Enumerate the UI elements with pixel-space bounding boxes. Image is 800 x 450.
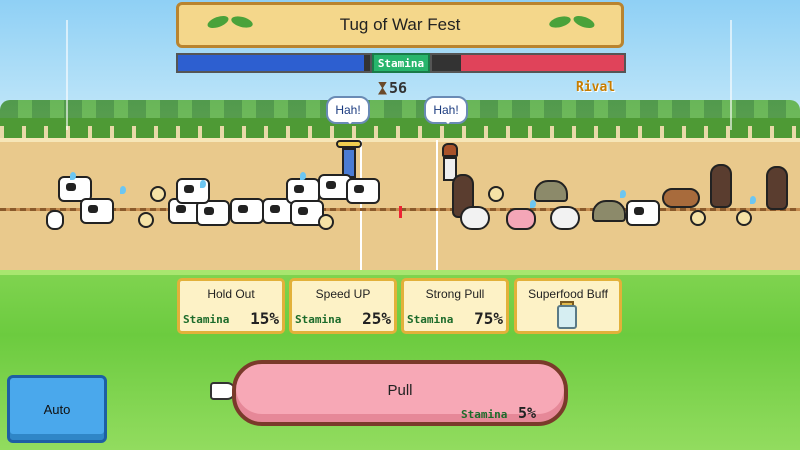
skill-label: Superfood Buff: [528, 287, 608, 301]
cow: [80, 198, 114, 224]
cow: [346, 178, 380, 204]
skill-speed-up-button[interactable]: Speed UP Stamina 25%: [289, 278, 397, 334]
skill-stamina-label: Stamina: [183, 313, 230, 326]
skill-cost: 25%: [362, 309, 391, 328]
skill-label: Speed UP: [315, 287, 371, 301]
cow: [626, 200, 660, 226]
rival-stamina-bar: [430, 53, 626, 73]
chicken: [690, 210, 706, 226]
sweat-drop: [620, 190, 626, 198]
turtle: [534, 180, 568, 202]
straw-hat: [336, 140, 362, 148]
jar-icon: [557, 305, 577, 329]
chick: [150, 186, 166, 202]
ostrich: [710, 164, 732, 208]
leaf-icon: [205, 13, 231, 31]
sweat-drop: [200, 180, 206, 188]
skill-cost: 75%: [474, 309, 503, 328]
player-stamina-fill: [178, 55, 365, 71]
chicken: [736, 210, 752, 226]
skill-stamina-label: Stamina: [295, 313, 342, 326]
sheep: [460, 206, 490, 230]
hourglass-icon: [378, 81, 387, 95]
sheep: [550, 206, 580, 230]
sweat-drop: [70, 172, 76, 180]
rival-label: Rival: [576, 80, 616, 95]
speech-bubble-player: Hah!: [326, 96, 370, 124]
pig: [506, 208, 536, 230]
center-marker: [399, 206, 402, 218]
sweat-drop: [120, 186, 126, 194]
event-title: Tug of War Fest: [339, 15, 461, 34]
game-scene: Tug of War Fest Stamina 56 Rival Hah! Ha…: [0, 0, 800, 450]
sky-line-right: [730, 20, 732, 130]
rabbit: [46, 210, 64, 230]
leaf-icon: [230, 14, 254, 30]
rival-head: [442, 143, 458, 157]
field-line-right: [436, 140, 438, 270]
pull-label: Pull: [387, 382, 413, 399]
auto-button[interactable]: Auto: [7, 375, 107, 443]
skill-cost: 15%: [250, 309, 279, 328]
speech-bubble-rival: Hah!: [424, 96, 468, 124]
skill-hold-out-button[interactable]: Hold Out Stamina 15%: [177, 278, 285, 334]
rival-stamina-fill: [460, 55, 624, 71]
skill-strong-pull-button[interactable]: Strong Pull Stamina 75%: [401, 278, 509, 334]
sky-line-left: [66, 20, 68, 130]
player-stamina-bar: [176, 53, 372, 73]
skill-label: Strong Pull: [425, 287, 485, 301]
stamina-label: Stamina: [372, 53, 430, 73]
sweat-drop: [530, 200, 536, 208]
turtle: [592, 200, 626, 222]
title-board: Tug of War Fest: [176, 2, 624, 48]
sweat-drop: [750, 196, 756, 204]
ostrich: [766, 166, 788, 210]
cow: [230, 198, 264, 224]
pull-cost: 5%: [518, 404, 537, 422]
chicken: [138, 212, 154, 228]
timer-value: 56: [389, 79, 408, 97]
sweat-drop: [300, 172, 306, 180]
chick: [488, 186, 504, 202]
leaf-icon: [571, 13, 597, 31]
fence: [0, 126, 800, 138]
chicken: [318, 214, 334, 230]
capybara: [662, 188, 700, 208]
timer: 56: [378, 78, 428, 98]
pull-stamina-label: Stamina: [461, 408, 508, 421]
skill-superfood-buff-button[interactable]: Superfood Buff: [514, 278, 622, 334]
pull-button[interactable]: Pull Stamina 5%: [232, 360, 568, 426]
leaf-icon: [548, 14, 572, 30]
skill-label: Hold Out: [207, 287, 255, 301]
skill-stamina-label: Stamina: [407, 313, 454, 326]
